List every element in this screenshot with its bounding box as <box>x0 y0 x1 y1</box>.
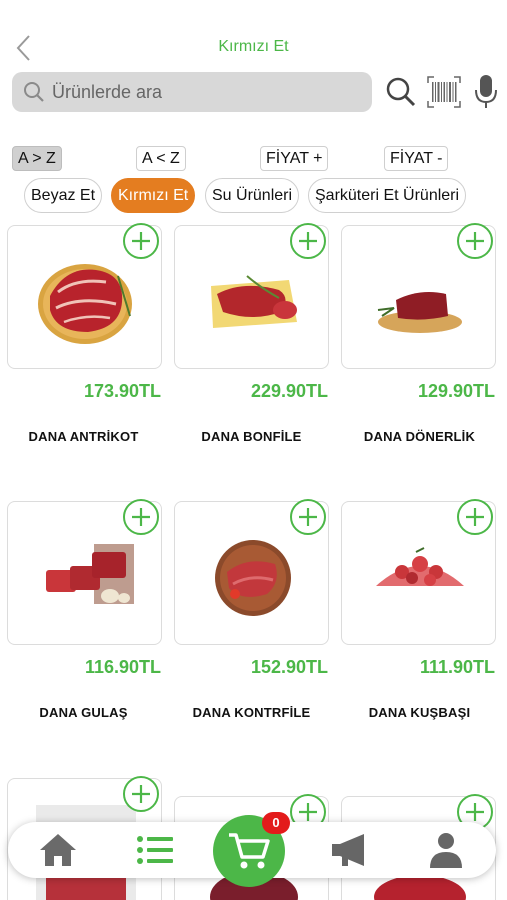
add-circle-icon[interactable] <box>456 222 494 260</box>
product-name: DANA KUŞBAŞI <box>368 705 471 720</box>
product-price: 129.90TL <box>417 381 495 401</box>
search-bar <box>0 72 507 116</box>
search-input[interactable] <box>52 76 362 108</box>
microphone-icon[interactable] <box>472 74 500 110</box>
product-name: DANA KONTRFİLE <box>192 705 311 720</box>
megaphone-icon[interactable] <box>330 832 370 868</box>
cart-icon <box>229 833 270 869</box>
product-price: 152.90TL <box>250 657 328 677</box>
sort-price-asc-button[interactable]: FİYAT + <box>260 146 329 171</box>
product-image <box>377 292 462 333</box>
add-circle-icon[interactable] <box>122 775 160 813</box>
search-button-icon[interactable] <box>383 74 419 110</box>
sort-price-desc-button[interactable]: FİYAT - <box>384 146 449 171</box>
product-name: DANA DÖNERLİK <box>363 429 476 444</box>
barcode-icon[interactable] <box>426 74 462 110</box>
user-icon[interactable] <box>426 832 466 868</box>
category-chip-kirmizi-et[interactable]: Kırmızı Et <box>111 178 196 213</box>
search-field[interactable] <box>12 72 372 112</box>
header: Kırmızı Et <box>0 0 507 66</box>
category-chip-su-urunleri[interactable]: Su Ürünleri <box>205 178 300 213</box>
product-price: 229.90TL <box>250 381 328 401</box>
product-image <box>376 547 464 586</box>
product-name: DANA BONFİLE <box>201 429 302 444</box>
sort-z-a-button[interactable]: A < Z <box>136 146 186 171</box>
product-price: 173.90TL <box>83 381 161 401</box>
product-image <box>211 275 297 328</box>
search-icon <box>24 82 44 102</box>
sort-options: A > Z A < Z FİYAT + FİYAT - <box>0 146 507 172</box>
category-chip-beyaz-et[interactable]: Beyaz Et <box>24 178 103 213</box>
product-name: DANA GULAŞ <box>39 705 128 720</box>
page-title: Kırmızı Et <box>218 38 289 55</box>
product-image <box>46 544 134 604</box>
category-chip-sarkuteri[interactable]: Şarküteri Et Ürünleri <box>308 178 467 213</box>
product-image <box>215 540 291 616</box>
add-circle-icon[interactable] <box>289 498 327 536</box>
product-price: 116.90TL <box>84 657 161 677</box>
add-circle-icon[interactable] <box>456 498 494 536</box>
product-name: DANA ANTRİKOT <box>28 429 139 444</box>
add-circle-icon[interactable] <box>122 222 160 260</box>
home-icon[interactable] <box>38 832 78 868</box>
list-icon[interactable] <box>136 832 176 868</box>
product-image <box>38 264 132 344</box>
sort-a-z-button[interactable]: A > Z <box>12 146 62 171</box>
product-price: 111.90TL <box>419 657 495 677</box>
cart-count-badge: 0 <box>262 812 290 834</box>
add-circle-icon[interactable] <box>122 498 160 536</box>
add-circle-icon[interactable] <box>289 222 327 260</box>
